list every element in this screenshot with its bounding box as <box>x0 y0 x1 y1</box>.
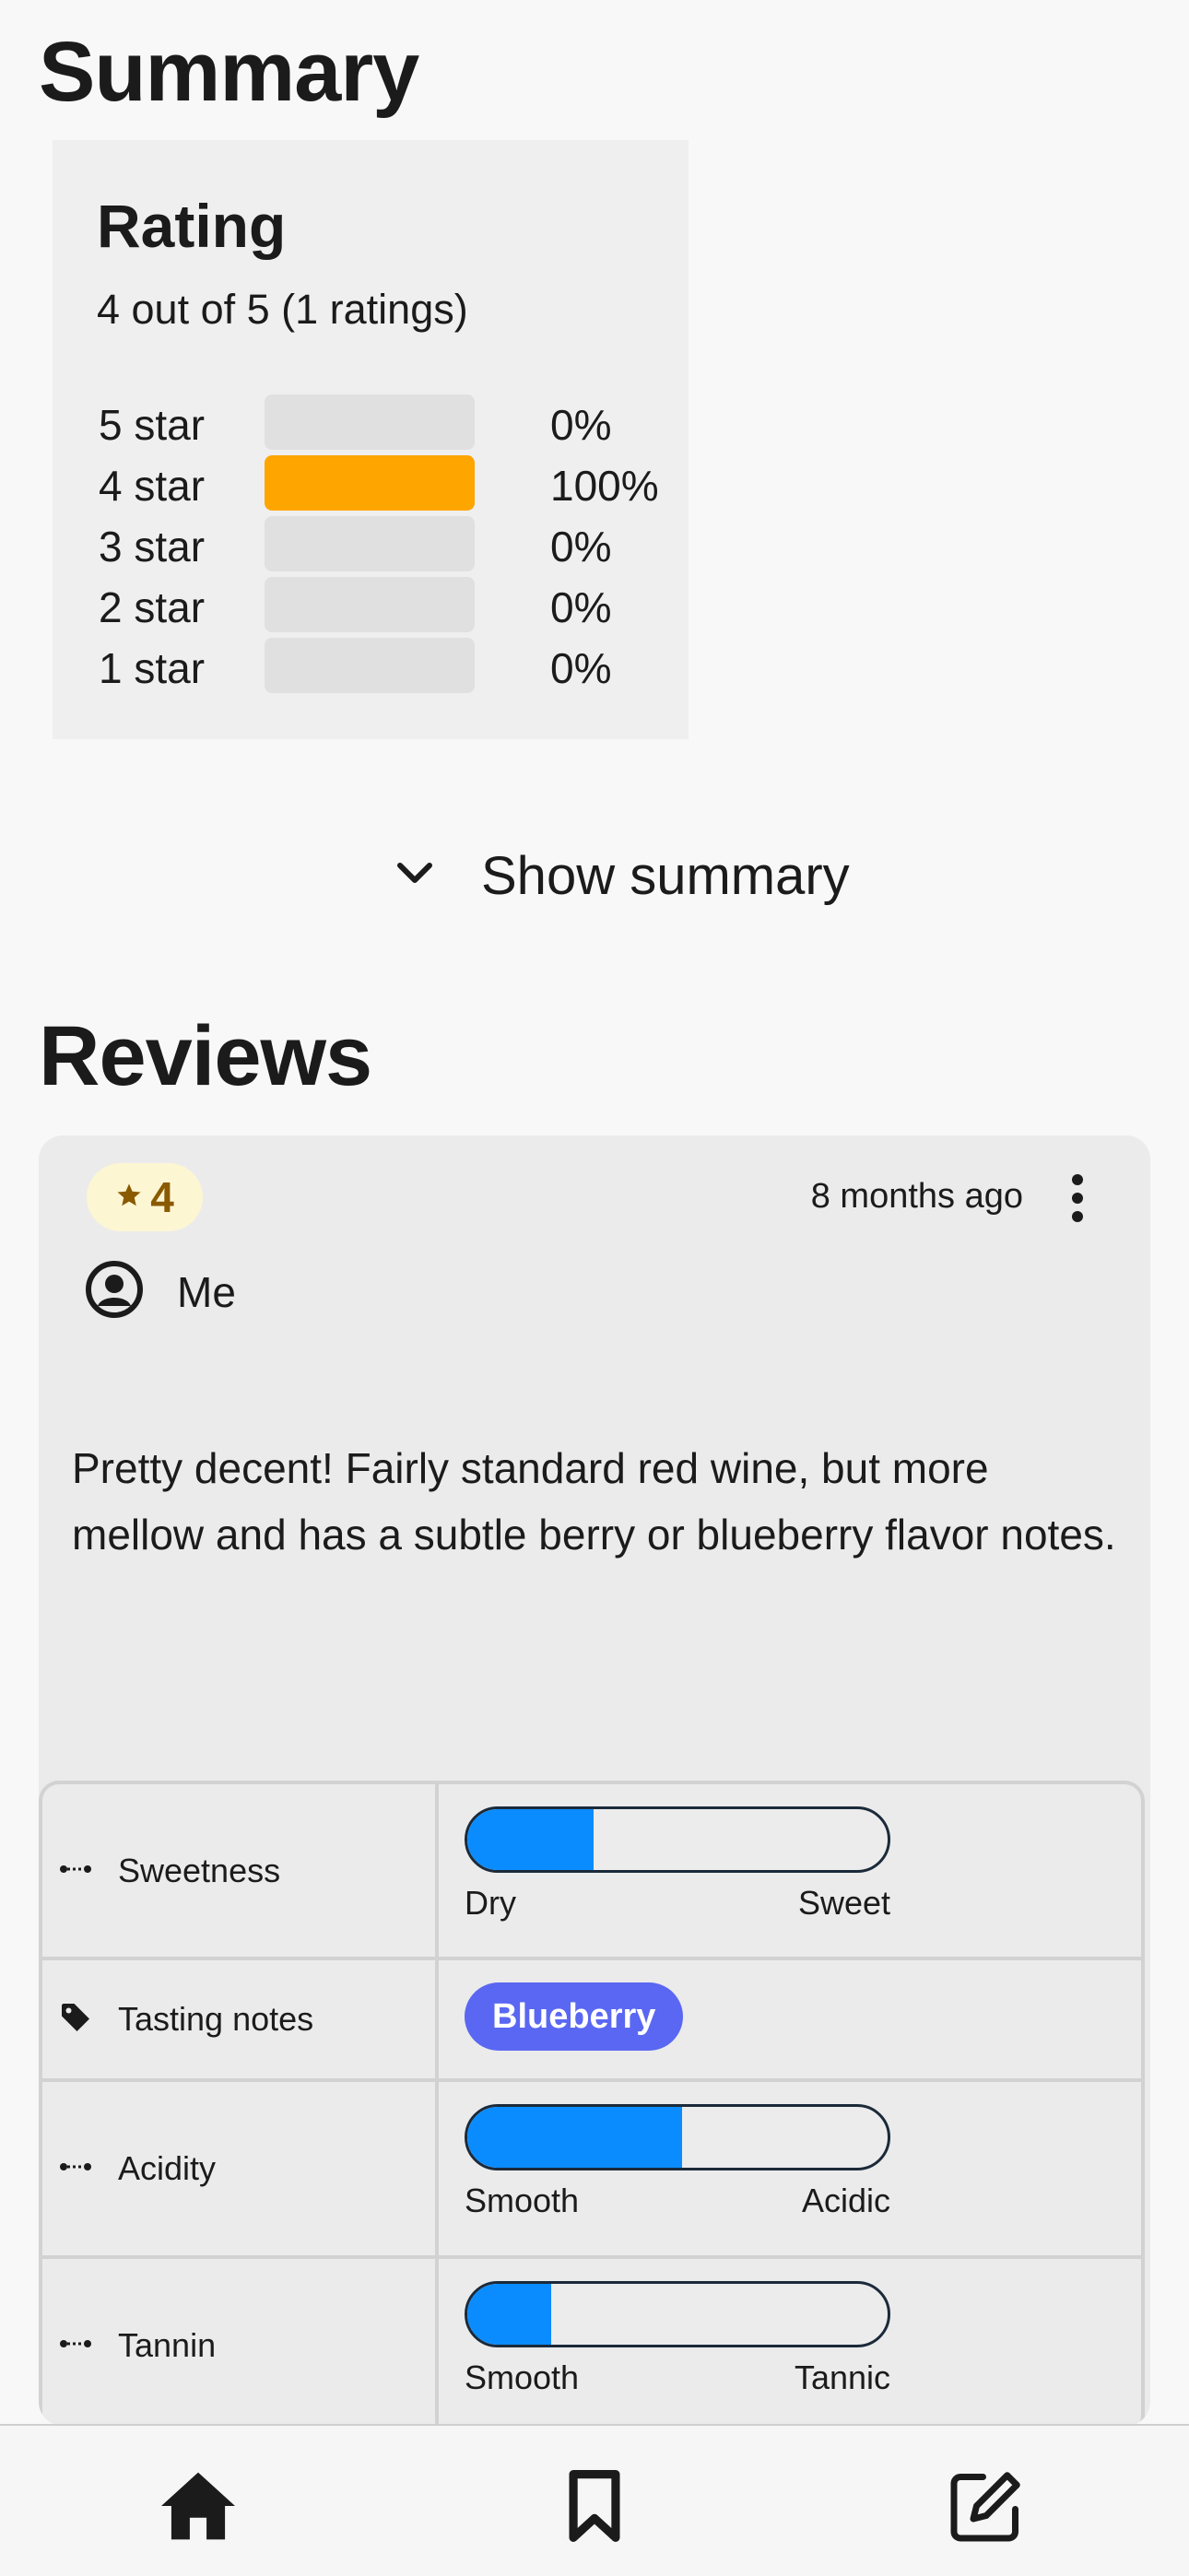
rating-bar <box>265 394 475 450</box>
review-text: Pretty decent! Fairly standard red wine,… <box>72 1444 1116 1559</box>
more-options-button[interactable] <box>1064 1170 1091 1226</box>
rating-row-percent: 100% <box>550 462 659 510</box>
scale-low-label: Smooth <box>465 2182 580 2219</box>
scale-low-label: Smooth <box>465 2358 580 2396</box>
rating-row-label: 1 star <box>99 644 206 692</box>
star-rating-badge: 4 <box>87 1163 203 1231</box>
rating-card: Rating 4 out of 5 (1 ratings) 5 star 0% … <box>53 140 689 739</box>
scale-high-label: Sweet <box>797 1884 890 1922</box>
more-vertical-icon <box>1072 1174 1083 1222</box>
attribute-row-sweetness: Sweetness Dry Sweet <box>42 1784 1141 1957</box>
attributes-table: Sweetness Dry Sweet Tasting notes Bluebe… <box>39 1781 1145 2426</box>
tannin-scale <box>465 2281 890 2347</box>
rating-bar <box>265 455 475 511</box>
nav-bookmarks-button[interactable] <box>548 2464 641 2547</box>
rating-row-percent: 0% <box>550 583 612 631</box>
attribute-label: Tannin <box>118 2326 217 2364</box>
rating-row-4: 4 star 100% <box>99 455 659 511</box>
rating-title: Rating <box>97 192 287 260</box>
acidity-scale <box>465 2104 890 2170</box>
nav-write-review-button[interactable] <box>940 2464 1032 2547</box>
chevron-down-icon <box>396 861 433 891</box>
bookmark-icon <box>569 2470 620 2542</box>
attribute-name-cell: Tasting notes <box>42 1960 439 2078</box>
attribute-name-cell: Tannin <box>42 2259 439 2426</box>
rating-row-1: 1 star 0% <box>99 638 652 693</box>
reviews-title: Reviews <box>39 1009 372 1103</box>
dots-icon <box>59 2160 92 2177</box>
scale-fill <box>467 2284 552 2345</box>
rating-row-label: 2 star <box>99 583 206 631</box>
tasting-note-tag: Blueberry <box>465 1982 684 2051</box>
edit-icon <box>950 2472 1020 2542</box>
rating-subtitle: 4 out of 5 (1 ratings) <box>97 286 468 333</box>
rating-row-percent: 0% <box>550 523 612 570</box>
page: Summary Rating 4 out of 5 (1 ratings) 5 … <box>0 0 1189 2576</box>
attribute-value-cell: Smooth Tannic <box>439 2259 1141 2426</box>
attribute-value-cell: Blueberry <box>439 1960 1141 2078</box>
rating-row-label: 5 star <box>99 401 206 449</box>
rating-row-2: 2 star 0% <box>99 577 652 632</box>
attribute-value-cell: Smooth Acidic <box>439 2082 1141 2255</box>
attribute-label: Acidity <box>118 2149 217 2187</box>
attribute-label: Tasting notes <box>118 2000 314 2038</box>
attribute-name-cell: Sweetness <box>42 1784 439 1957</box>
nav-home-button[interactable] <box>152 2464 244 2547</box>
summary-title: Summary <box>39 25 419 119</box>
show-summary-button[interactable]: Show summary <box>396 834 876 917</box>
rating-bar <box>265 638 475 693</box>
rating-row-3: 3 star 0% <box>99 516 652 571</box>
dots-icon <box>59 2337 92 2354</box>
dots-icon <box>59 1863 92 1879</box>
scale-high-label: Acidic <box>801 2182 890 2219</box>
attribute-label: Sweetness <box>118 1851 281 1889</box>
attribute-row-tannin: Tannin Smooth Tannic <box>42 2255 1141 2426</box>
bottom-nav <box>0 2424 1189 2576</box>
home-icon <box>161 2472 235 2540</box>
rating-row-5: 5 star 0% <box>99 394 652 450</box>
review-author: Me <box>85 1260 236 1323</box>
attribute-row-acidity: Acidity Smooth Acidic <box>42 2078 1141 2255</box>
review-timestamp: 8 months ago <box>810 1177 1023 1216</box>
show-summary-label: Show summary <box>481 845 850 906</box>
rating-row-percent: 0% <box>550 644 612 692</box>
star-icon <box>115 1182 143 1214</box>
tag-icon <box>59 2001 92 2039</box>
rating-row-label: 3 star <box>99 523 206 570</box>
rating-bar <box>265 516 475 571</box>
author-name: Me <box>177 1267 236 1316</box>
rating-row-label: 4 star <box>99 462 206 510</box>
attribute-value-cell: Dry Sweet <box>439 1784 1141 1957</box>
attribute-name-cell: Acidity <box>42 2082 439 2255</box>
rating-bar-fill <box>265 455 475 511</box>
attribute-row-tasting-notes: Tasting notes Blueberry <box>42 1957 1141 2078</box>
scale-low-label: Dry <box>465 1884 516 1922</box>
scale-fill <box>467 2107 682 2168</box>
review-card: 4 8 months ago Me Pretty decent! Fairly … <box>39 1135 1150 2426</box>
scale-high-label: Tannic <box>794 2358 890 2396</box>
user-circle-icon <box>85 1260 144 1323</box>
star-rating-value: 4 <box>150 1173 174 1221</box>
rating-row-percent: 0% <box>550 401 612 449</box>
scale-fill <box>467 1809 594 1870</box>
sweetness-scale <box>465 1806 890 1873</box>
rating-bar <box>265 577 475 632</box>
